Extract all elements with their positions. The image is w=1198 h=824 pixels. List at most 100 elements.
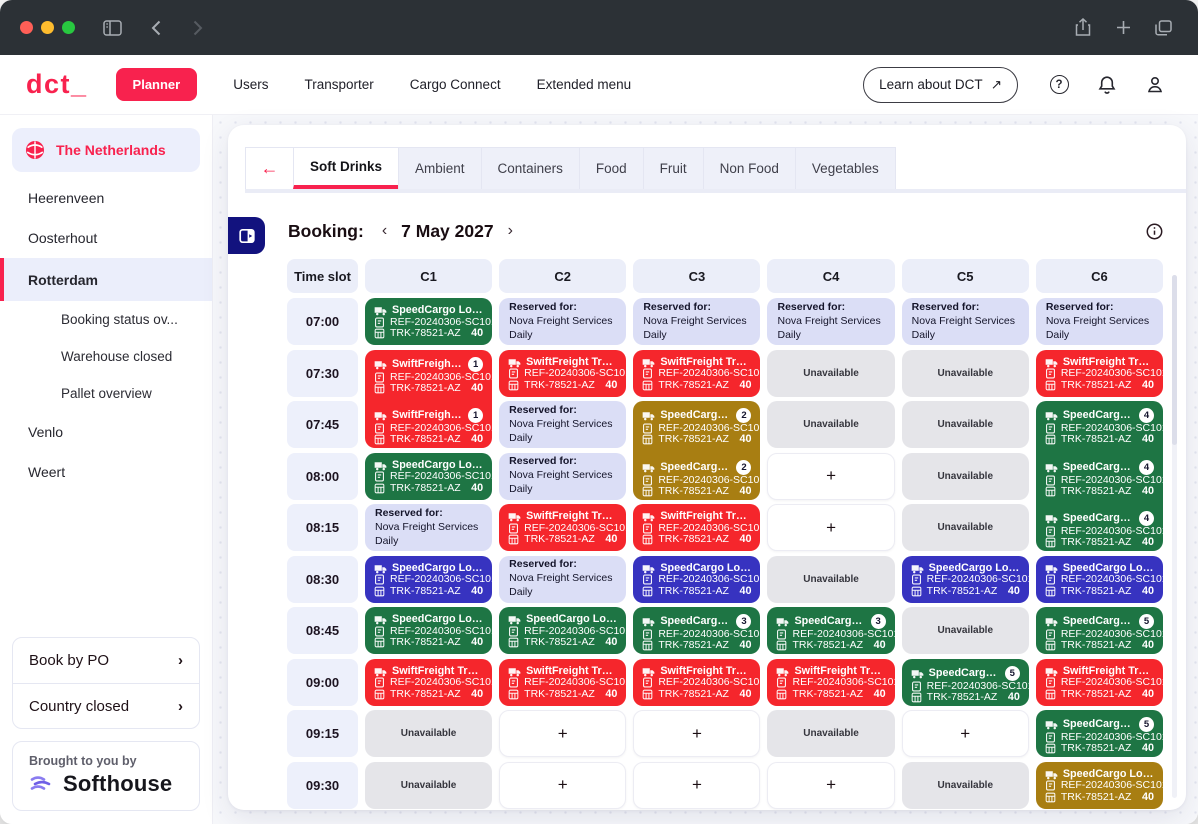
scrollbar[interactable] xyxy=(1172,275,1177,798)
booking-card[interactable]: SwiftFreight TransportationREF-20240306-… xyxy=(633,350,760,397)
info-button[interactable] xyxy=(1146,223,1163,240)
sidebar-item-warehouse-closed[interactable]: Warehouse closed xyxy=(0,338,212,375)
booking-date: 7 May 2027 xyxy=(401,221,493,242)
sidebar-item-booking-status-ov[interactable]: Booking status ov... xyxy=(0,301,212,338)
forward-icon[interactable] xyxy=(183,13,213,43)
booking-card[interactable]: SpeedCargo LogisticsREF-20240306-SC101TR… xyxy=(902,556,1029,603)
booking-entry: SwiftFreight TransportationREF-20240306-… xyxy=(499,350,626,397)
count-badge: 3 xyxy=(871,614,886,629)
account-button[interactable] xyxy=(1138,68,1172,102)
booking-card[interactable]: SwiftFreight TransportationREF-20240306-… xyxy=(1036,350,1163,397)
booking-card[interactable]: SpeedCargo LogisticsREF-20240306-SC101TR… xyxy=(633,556,760,603)
booking-entry: SpeedCargo Logistics2REF-20240306-SC101T… xyxy=(633,401,760,448)
sidebar-toggle-icon[interactable] xyxy=(97,13,127,43)
add-booking-slot[interactable]: + xyxy=(499,762,626,809)
notifications-button[interactable] xyxy=(1090,68,1124,102)
booking-card[interactable]: SpeedCargo Logistics5REF-20240306-SC101T… xyxy=(1036,710,1163,757)
scrollbar-thumb[interactable] xyxy=(1172,275,1177,445)
add-booking-slot[interactable]: + xyxy=(902,710,1029,757)
pallet-icon xyxy=(776,689,787,700)
tab-overview-icon[interactable] xyxy=(1148,13,1178,43)
booking-card[interactable]: SwiftFreight TransportationREF-20240306-… xyxy=(499,504,626,551)
carrier-name: SwiftFreight Transportation xyxy=(526,666,617,677)
booking-card[interactable]: SwiftFreight TransportationREF-20240306-… xyxy=(499,350,626,397)
pallet-icon xyxy=(374,383,385,394)
sidebar-item-oosterhout[interactable]: Oosterhout xyxy=(0,218,212,258)
booking-card[interactable]: SpeedCargo Logistics5REF-20240306-SC101T… xyxy=(902,659,1029,706)
tab-food[interactable]: Food xyxy=(579,147,644,189)
booking-card[interactable]: SpeedCargo LogisticsREF-20240306-SC101TR… xyxy=(365,298,492,345)
booking-card[interactable]: SpeedCargo Logistics3REF-20240306-SC101T… xyxy=(767,607,894,654)
reference-number: REF-20240306-SC101 xyxy=(658,574,760,585)
booking-card[interactable]: SwiftFreight TransportationREF-20240306-… xyxy=(633,504,760,551)
booking-card[interactable]: SpeedCargo Logistics3REF-20240306-SC101T… xyxy=(633,607,760,654)
zoom-window-button[interactable] xyxy=(62,21,75,34)
timeslot-header: Time slot xyxy=(287,259,358,293)
add-booking-slot[interactable]: + xyxy=(633,762,760,809)
booking-card[interactable]: SwiftFreight TransportationREF-20240306-… xyxy=(1036,659,1163,706)
tab-soft-drinks[interactable]: Soft Drinks xyxy=(293,147,399,189)
booking-card[interactable]: SwiftFreight TransportationREF-20240306-… xyxy=(633,659,760,706)
tab-ambient[interactable]: Ambient xyxy=(398,147,482,189)
add-booking-slot[interactable]: + xyxy=(633,710,760,757)
book-by-po-button[interactable]: Book by PO › xyxy=(13,638,199,683)
carrier-name: SwiftFreight Transportation xyxy=(392,666,483,677)
booking-card[interactable]: SwiftFreight TransportationREF-20240306-… xyxy=(365,659,492,706)
tab-non-food[interactable]: Non Food xyxy=(703,147,796,189)
previous-day-button[interactable]: ‹ xyxy=(376,220,393,242)
reserved-slot: Reserved for:Nova Freight ServicesDaily xyxy=(499,401,626,448)
booking-truck-line: TRK-78521-AZ40 xyxy=(374,637,483,648)
booking-card[interactable]: SpeedCargo Logistics5REF-20240306-SC101T… xyxy=(1036,607,1163,654)
booking-card[interactable]: SpeedCargo LogisticsREF-20240306-SC101TR… xyxy=(499,607,626,654)
booking-card[interactable]: SwiftFreight TransportationREF-20240306-… xyxy=(767,659,894,706)
booking-card[interactable]: SpeedCargo Logistics4REF-20240306-SC101T… xyxy=(1036,401,1163,551)
booking-company-line: SpeedCargo Logistics xyxy=(374,614,483,625)
new-tab-icon[interactable] xyxy=(1108,13,1138,43)
pallet-count: 40 xyxy=(471,383,483,394)
sidebar-item-country[interactable]: The Netherlands xyxy=(12,128,200,172)
booking-card[interactable]: SpeedCargo LogisticsREF-20240306-SC101TR… xyxy=(365,453,492,500)
booking-card[interactable]: SpeedCargo LogisticsREF-20240306-SC101TR… xyxy=(1036,762,1163,809)
add-booking-slot[interactable]: + xyxy=(767,504,894,551)
next-day-button[interactable]: › xyxy=(502,220,519,242)
pallet-count: 40 xyxy=(874,689,886,700)
tab-fruit[interactable]: Fruit xyxy=(643,147,704,189)
nav-item-extended-menu[interactable]: Extended menu xyxy=(537,77,632,92)
truck-number: TRK-78521-AZ xyxy=(524,534,595,545)
pallet-count: 40 xyxy=(1142,689,1154,700)
add-booking-slot[interactable]: + xyxy=(767,453,894,500)
booking-card[interactable]: SpeedCargo LogisticsREF-20240306-SC101TR… xyxy=(1036,556,1163,603)
globe-icon xyxy=(25,140,45,160)
add-booking-slot[interactable]: + xyxy=(499,710,626,757)
sidebar-item-pallet-overview[interactable]: Pallet overview xyxy=(0,375,212,412)
booking-truck-line: TRK-78521-AZ40 xyxy=(508,689,617,700)
nav-item-users[interactable]: Users xyxy=(233,77,268,92)
sidebar-item-weert[interactable]: Weert xyxy=(0,452,212,492)
carrier-name: SpeedCargo Logistics xyxy=(1063,719,1134,730)
help-button[interactable]: ? xyxy=(1042,68,1076,102)
minimize-window-button[interactable] xyxy=(41,21,54,34)
sidebar-item-venlo[interactable]: Venlo xyxy=(0,412,212,452)
booking-card[interactable]: SpeedCargo LogisticsREF-20240306-SC101TR… xyxy=(365,556,492,603)
country-closed-button[interactable]: Country closed › xyxy=(13,683,199,728)
nav-item-cargo-connect[interactable]: Cargo Connect xyxy=(410,77,501,92)
back-icon[interactable] xyxy=(141,13,171,43)
sidebar-item-heerenveen[interactable]: Heerenveen xyxy=(0,178,212,218)
booking-truck-line: TRK-78521-AZ40 xyxy=(642,380,751,391)
sidebar-item-rotterdam[interactable]: Rotterdam xyxy=(0,258,212,301)
tab-vegetables[interactable]: Vegetables xyxy=(795,147,896,189)
close-window-button[interactable] xyxy=(20,21,33,34)
nav-item-planner[interactable]: Planner xyxy=(116,68,198,101)
nav-item-transporter[interactable]: Transporter xyxy=(304,77,373,92)
booking-card[interactable]: SpeedCargo Logistics2REF-20240306-SC101T… xyxy=(633,401,760,500)
booking-card[interactable]: SwiftFreight Transportation1REF-20240306… xyxy=(365,350,492,449)
reference-number: REF-20240306-SC101 xyxy=(1061,574,1163,585)
booking-card[interactable]: SwiftFreight TransportationREF-20240306-… xyxy=(499,659,626,706)
add-booking-slot[interactable]: + xyxy=(767,762,894,809)
share-icon[interactable] xyxy=(1068,13,1098,43)
tab-containers[interactable]: Containers xyxy=(481,147,580,189)
tabs-back-button[interactable]: ← xyxy=(245,147,294,189)
learn-about-dct-button[interactable]: Learn about DCT ↗ xyxy=(863,67,1018,103)
collapse-panel-button[interactable] xyxy=(228,217,265,254)
booking-card[interactable]: SpeedCargo LogisticsREF-20240306-SC101TR… xyxy=(365,607,492,654)
